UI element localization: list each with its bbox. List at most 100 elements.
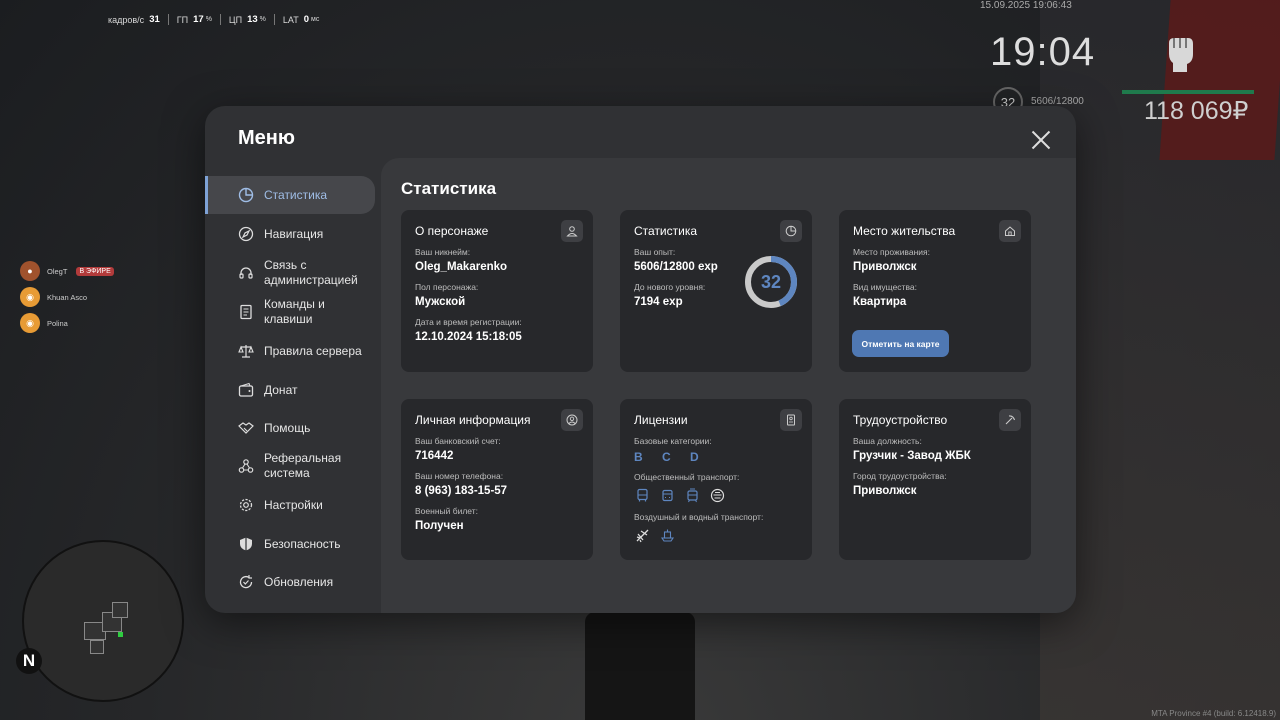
airplane-icon	[634, 527, 650, 543]
position-value: Грузчик - Завод ЖБК	[853, 450, 971, 462]
sidebar-item-settings[interactable]: Настройки	[205, 486, 375, 524]
headset-icon	[238, 265, 254, 281]
user-avatar: ●	[20, 261, 40, 281]
id-card-icon	[780, 409, 802, 431]
air-water-transport-icons	[634, 527, 798, 543]
sidebar-item-commands[interactable]: Команды и клавиши	[205, 293, 375, 331]
discord-icon: ◉	[20, 287, 40, 307]
boat-icon	[659, 527, 675, 543]
nickname-label: Ваш никнейм:	[415, 247, 471, 257]
handshake-icon	[238, 420, 254, 436]
voice-chat-list: ● OlegT В ЭФИРЕ ◉ Khuan Asco ◉ Polina	[20, 258, 114, 336]
taxi-icon	[709, 487, 725, 503]
sidebar-item-navigation[interactable]: Навигация	[205, 215, 375, 253]
page-title: Статистика	[401, 179, 497, 198]
air-water-transport-label: Воздушный и водный транспорт:	[634, 512, 764, 522]
nickname-value: Oleg_Makarenko	[415, 261, 508, 273]
residence-place-label: Место проживания:	[853, 247, 930, 257]
main-menu-window: Меню Статистика Навигация Связь с админи…	[205, 106, 1076, 613]
lat-unit: мс	[311, 16, 320, 23]
phone-value: 8 (963) 183-15-57	[415, 485, 508, 497]
registration-label: Дата и время регистрации:	[415, 317, 522, 327]
lat-label: LAT	[282, 14, 299, 25]
gpu-unit: %	[205, 16, 212, 23]
user-icon	[561, 220, 583, 242]
scales-icon	[238, 343, 254, 359]
home-icon	[999, 220, 1021, 242]
sidebar-item-label: Команды и клавиши	[264, 297, 325, 326]
job-city-value: Приволжск	[853, 485, 917, 497]
cpu-unit: %	[259, 16, 266, 23]
gender-label: Пол персонажа:	[415, 282, 479, 292]
sidebar-item-statistics[interactable]: Статистика	[205, 176, 375, 214]
sidebar-item-referral[interactable]: Реферальная система	[205, 447, 375, 485]
minimap	[22, 540, 184, 702]
sidebar-item-security[interactable]: Безопасность	[205, 525, 375, 563]
voice-user-name: OlegT	[47, 266, 68, 276]
basic-categories-value: B C D	[634, 450, 707, 464]
sidebar-item-label: Статистика	[264, 187, 328, 202]
sidebar-item-label: Навигация	[264, 226, 324, 241]
document-icon	[238, 304, 254, 320]
public-transport-label: Общественный транспорт:	[634, 472, 740, 482]
north-indicator: N	[16, 648, 42, 674]
close-button[interactable]	[1029, 128, 1053, 152]
sidebar-item-label: Связь с администрацией	[264, 258, 358, 287]
sidebar-item-label: Донат	[264, 382, 298, 397]
card-title: О персонаже	[415, 224, 489, 238]
sidebar-item-label: Реферальная система	[264, 451, 342, 480]
fps-label: кадров/с	[108, 14, 145, 25]
shield-icon	[238, 536, 254, 552]
cpu-value: 13	[247, 14, 258, 25]
pickaxe-icon	[999, 409, 1021, 431]
lat-value: 0	[303, 14, 310, 25]
gear-icon	[238, 497, 254, 513]
pie-chart-icon	[238, 187, 254, 203]
discord-icon: ◉	[20, 313, 40, 333]
bank-account-value: 716442	[415, 450, 454, 462]
position-label: Ваша должность:	[853, 436, 922, 446]
sidebar-item-label: Настройки	[264, 497, 323, 512]
mark-on-map-button[interactable]: Отметить на карте	[852, 330, 949, 357]
property-type-value: Квартира	[853, 296, 907, 308]
military-id-label: Военный билет:	[415, 506, 479, 516]
sidebar-item-admin-contact[interactable]: Связь с администрацией	[205, 254, 375, 292]
voice-user-name: Polina	[47, 318, 68, 328]
player-character	[585, 612, 695, 720]
map-building	[90, 640, 104, 654]
sidebar-item-help[interactable]: Помощь	[205, 409, 375, 447]
fps-value: 31	[149, 14, 160, 25]
character-card: О персонаже Ваш никнейм: Oleg_Makarenko …	[401, 210, 593, 372]
sidebar-item-donate[interactable]: Донат	[205, 371, 375, 409]
sidebar-item-label: Безопасность	[264, 536, 341, 551]
compass-icon	[238, 226, 254, 242]
voice-user: ◉ Polina	[20, 310, 114, 336]
residence-place-value: Приволжск	[853, 261, 917, 273]
basic-categories-label: Базовые категории:	[634, 436, 712, 446]
voice-user-name: Khuan Asco	[47, 292, 88, 302]
licenses-card: Лицензии Базовые категории: B C D Общест…	[620, 399, 812, 560]
sidebar-item-label: Правила сервера	[264, 343, 362, 358]
cpu-label: ЦП	[228, 14, 243, 25]
background-red-panel	[1159, 0, 1280, 160]
card-title: Лицензии	[634, 413, 688, 427]
sidebar-item-rules[interactable]: Правила сервера	[205, 332, 375, 370]
trolleybus-icon	[659, 487, 675, 503]
voice-user: ● OlegT В ЭФИРЕ	[20, 258, 114, 284]
wallet-icon	[238, 382, 254, 398]
map-building	[112, 602, 128, 618]
gender-value: Мужской	[415, 296, 466, 308]
sidebar-item-updates[interactable]: Обновления	[205, 563, 375, 601]
performance-overlay: кадров/с 31 ГП 17% ЦП 13% LAT 0 мс	[108, 14, 327, 25]
stats-card: Статистика Ваш опыт: 5606/12800 exp До н…	[620, 210, 812, 372]
job-city-label: Город трудоустройства:	[853, 471, 947, 481]
phone-label: Ваш номер телефона:	[415, 471, 504, 481]
menu-title: Меню	[238, 127, 295, 149]
card-title: Место жительства	[853, 224, 956, 238]
registration-value: 12.10.2024 15:18:05	[415, 331, 522, 343]
health-bar	[1122, 90, 1254, 94]
live-badge: В ЭФИРЕ	[76, 266, 114, 276]
user-circle-icon	[561, 409, 583, 431]
hud-clock: 19:04	[990, 30, 1096, 74]
card-title: Статистика	[634, 224, 698, 238]
